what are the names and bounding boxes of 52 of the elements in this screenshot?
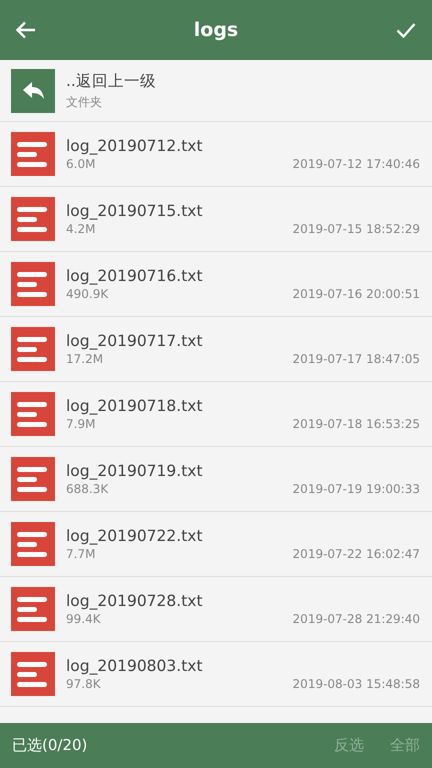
text-file-icon bbox=[11, 132, 55, 176]
back-arrow-icon bbox=[16, 21, 36, 39]
parent-folder-item[interactable]: ..返回上一级 文件夹 bbox=[0, 60, 432, 122]
text-file-icon bbox=[11, 197, 55, 241]
text-file-icon bbox=[11, 522, 55, 566]
file-name: log_20190728.txt bbox=[66, 592, 204, 610]
file-name: log_20190715.txt bbox=[66, 202, 204, 220]
file-date: 2019-08-03 15:48:58 bbox=[292, 677, 420, 691]
text-file-icon bbox=[11, 457, 55, 501]
file-item[interactable]: log_20190716.txt 490.9K 2019-07-16 20:00:51 bbox=[0, 252, 432, 317]
file-size: 97.8K bbox=[66, 677, 101, 691]
item-name: ..返回上一级 bbox=[66, 70, 157, 92]
file-name: log_20190712.txt bbox=[66, 137, 204, 155]
file-size: 7.9M bbox=[66, 417, 96, 431]
file-date: 2019-07-12 17:40:46 bbox=[292, 157, 420, 171]
item-type: 文件夹 bbox=[66, 94, 103, 110]
file-date: 2019-07-16 20:00:51 bbox=[292, 287, 420, 301]
file-size: 4.2M bbox=[66, 222, 96, 236]
screen-title: logs bbox=[194, 19, 238, 41]
file-date: 2019-07-15 18:52:29 bbox=[292, 222, 420, 236]
file-size: 490.9K bbox=[66, 287, 108, 301]
file-name: log_20190717.txt bbox=[66, 332, 204, 350]
file-item[interactable]: log_20190712.txt 6.0M 2019-07-12 17:40:46 bbox=[0, 122, 432, 187]
file-date: 2019-07-28 21:29:40 bbox=[292, 612, 420, 626]
file-item[interactable]: log_20190717.txt 17.2M 2019-07-17 18:47:05 bbox=[0, 317, 432, 382]
checkmark-icon bbox=[396, 22, 416, 38]
file-name: log_20190718.txt bbox=[66, 397, 204, 415]
file-name: log_20190803.txt bbox=[66, 657, 204, 675]
file-name: log_20190722.txt bbox=[66, 527, 204, 545]
text-file-icon bbox=[11, 262, 55, 306]
text-file-icon bbox=[11, 327, 55, 371]
file-item[interactable]: log_20190803.txt 97.8K 2019-08-03 15:48:58 bbox=[0, 642, 432, 707]
file-size: 6.0M bbox=[66, 157, 96, 171]
file-size: 688.3K bbox=[66, 482, 108, 496]
file-item[interactable]: log_20190722.txt 7.7M 2019-07-22 16:02:47 bbox=[0, 512, 432, 577]
file-size: 7.7M bbox=[66, 547, 96, 561]
file-name: log_20190716.txt bbox=[66, 267, 204, 285]
text-file-icon bbox=[11, 392, 55, 436]
file-item[interactable]: log_20190715.txt 4.2M 2019-07-15 18:52:29 bbox=[0, 187, 432, 252]
file-item[interactable]: log_20190719.txt 688.3K 2019-07-19 19:00:33 bbox=[0, 447, 432, 512]
text-file-icon bbox=[11, 587, 55, 631]
file-date: 2019-07-19 19:00:33 bbox=[292, 482, 420, 496]
file-date: 2019-07-22 16:02:47 bbox=[292, 547, 420, 561]
text-file-icon bbox=[11, 652, 55, 696]
file-name: log_20190719.txt bbox=[66, 462, 204, 480]
selection-count: 已选(0/20) bbox=[12, 736, 88, 755]
file-date: 2019-07-17 18:47:05 bbox=[292, 352, 420, 366]
file-size: 17.2M bbox=[66, 352, 104, 366]
file-size: 99.4K bbox=[66, 612, 101, 626]
file-item[interactable]: log_20190718.txt 7.9M 2019-07-18 16:53:25 bbox=[0, 382, 432, 447]
file-item[interactable]: log_20190728.txt 99.4K 2019-07-28 21:29:40 bbox=[0, 577, 432, 642]
file-date: 2019-07-18 16:53:25 bbox=[292, 417, 420, 431]
